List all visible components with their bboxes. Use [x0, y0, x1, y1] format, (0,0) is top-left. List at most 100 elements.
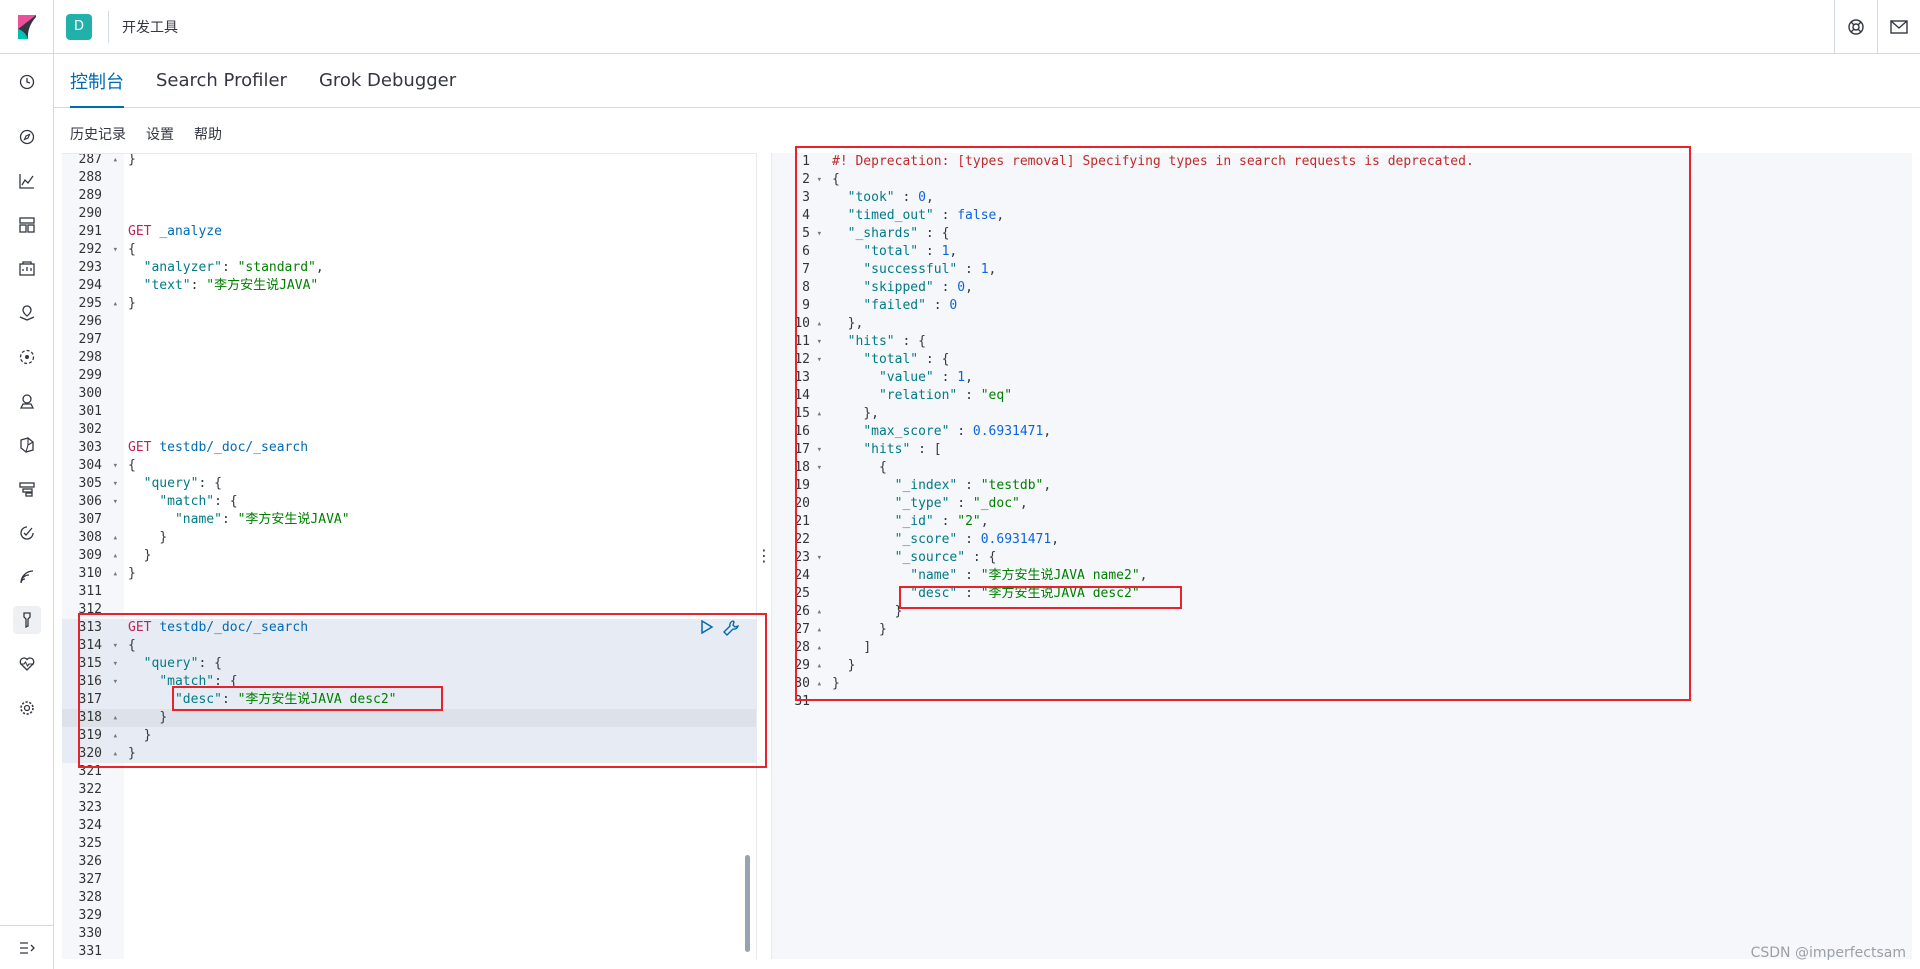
console-toolbar: 历史记录 设置 帮助 — [70, 124, 222, 144]
editor-resizer[interactable]: ⋮ — [756, 153, 772, 959]
line-number: 293 — [78, 260, 102, 275]
settings-link[interactable]: 设置 — [146, 124, 174, 144]
logs-icon[interactable] — [13, 431, 41, 459]
line-number: 308 ▴ — [78, 529, 118, 547]
line-number: 301 — [78, 404, 102, 419]
maps-icon[interactable] — [13, 299, 41, 327]
nav-sidebar — [0, 54, 54, 969]
canvas-icon[interactable] — [13, 255, 41, 283]
header-actions — [1834, 0, 1920, 54]
line-number: 311 — [78, 584, 102, 599]
line-number: 324 — [78, 818, 102, 833]
fold-open-icon[interactable]: ▾ — [113, 493, 118, 511]
dashboard-icon[interactable] — [13, 211, 41, 239]
infrastructure-icon[interactable] — [13, 387, 41, 415]
code-line: GET _analyze — [128, 224, 222, 239]
monitoring-icon[interactable] — [13, 650, 41, 678]
tab-console[interactable]: 控制台 — [54, 54, 140, 108]
collapse-nav-button[interactable] — [0, 925, 54, 969]
code-line: } — [128, 153, 136, 167]
line-number: 326 — [78, 854, 102, 869]
history-link[interactable]: 历史记录 — [70, 124, 126, 144]
fold-close-icon[interactable]: ▴ — [113, 295, 118, 313]
fold-close-icon[interactable]: ▴ — [113, 154, 118, 169]
kibana-dev-tools-window: D 开发工具 控制台 Search Profiler Grok Debugger… — [0, 0, 1920, 969]
code-line: "query": { — [143, 476, 222, 491]
top-header: D 开发工具 — [0, 0, 1920, 54]
response-annotation-box — [795, 146, 1691, 701]
line-number: 331 — [78, 944, 102, 959]
line-number: 299 — [78, 368, 102, 383]
line-number: 325 — [78, 836, 102, 851]
code-line: "text": "李方安生说JAVA" — [143, 278, 319, 293]
request-code-area[interactable]: } GET _analyze { "analyzer": "standard", "… — [62, 153, 756, 959]
menu-collapse-icon — [20, 941, 35, 954]
line-number: 329 — [78, 908, 102, 923]
line-number: 309 ▴ — [78, 547, 118, 565]
request-editor-scrollbar[interactable] — [745, 855, 750, 952]
siem-icon[interactable] — [13, 563, 41, 591]
fold-open-icon[interactable]: ▾ — [113, 475, 118, 493]
code-line: "name": "李方安生说JAVA" — [174, 512, 350, 527]
fold-open-icon[interactable]: ▾ — [113, 241, 118, 259]
code-line: } — [143, 548, 152, 563]
tab-grok-debugger[interactable]: Grok Debugger — [303, 54, 472, 107]
help-menu-button[interactable] — [1834, 0, 1877, 54]
fold-open-icon[interactable]: ▾ — [113, 457, 118, 475]
apm-icon[interactable] — [13, 475, 41, 503]
line-number: 328 — [78, 890, 102, 905]
kibana-logo[interactable] — [0, 0, 54, 54]
uptime-icon[interactable] — [13, 519, 41, 547]
line-number: 307 — [78, 512, 102, 527]
help-link[interactable]: 帮助 — [194, 124, 222, 144]
request-editor[interactable]: } GET _analyze { "analyzer": "standard", "… — [62, 153, 756, 959]
management-gear-icon[interactable] — [13, 694, 41, 722]
header-separator — [108, 10, 109, 43]
line-number: 323 — [78, 800, 102, 815]
fold-close-icon[interactable]: ▴ — [113, 565, 118, 583]
line-number: 304 ▾ — [78, 457, 118, 475]
tab-search-profiler[interactable]: Search Profiler — [140, 54, 303, 107]
visualize-icon[interactable] — [13, 167, 41, 195]
line-number: 310 ▴ — [78, 565, 118, 583]
dev-tools-icon[interactable] — [13, 606, 41, 634]
line-number: 327 — [78, 872, 102, 887]
line-number: 292 ▾ — [78, 241, 118, 259]
code-line: } — [128, 296, 136, 311]
fold-close-icon[interactable]: ▴ — [113, 547, 118, 565]
code-line: { — [128, 242, 136, 257]
news-feed-button[interactable] — [1877, 0, 1920, 54]
line-number: 290 — [78, 206, 102, 221]
discover-icon[interactable] — [13, 123, 41, 151]
code-line: "match": { — [159, 494, 238, 509]
line-number: 330 — [78, 926, 102, 941]
fold-close-icon[interactable]: ▴ — [113, 529, 118, 547]
line-number: 300 — [78, 386, 102, 401]
recently-viewed-icon[interactable] — [13, 68, 41, 96]
code-line: "analyzer": "standard", — [143, 260, 324, 275]
ml-icon[interactable] — [13, 343, 41, 371]
lifebuoy-icon — [1848, 19, 1864, 35]
response-desc-annotation-box — [899, 586, 1182, 609]
watermark: CSDN @imperfectsam — [1750, 945, 1906, 961]
line-number: 303 — [78, 440, 102, 455]
line-number: 288 — [78, 170, 102, 185]
space-avatar[interactable]: D — [66, 13, 92, 40]
line-number: 302 — [78, 422, 102, 437]
line-number: 322 — [78, 782, 102, 797]
code-line: } — [159, 530, 168, 545]
